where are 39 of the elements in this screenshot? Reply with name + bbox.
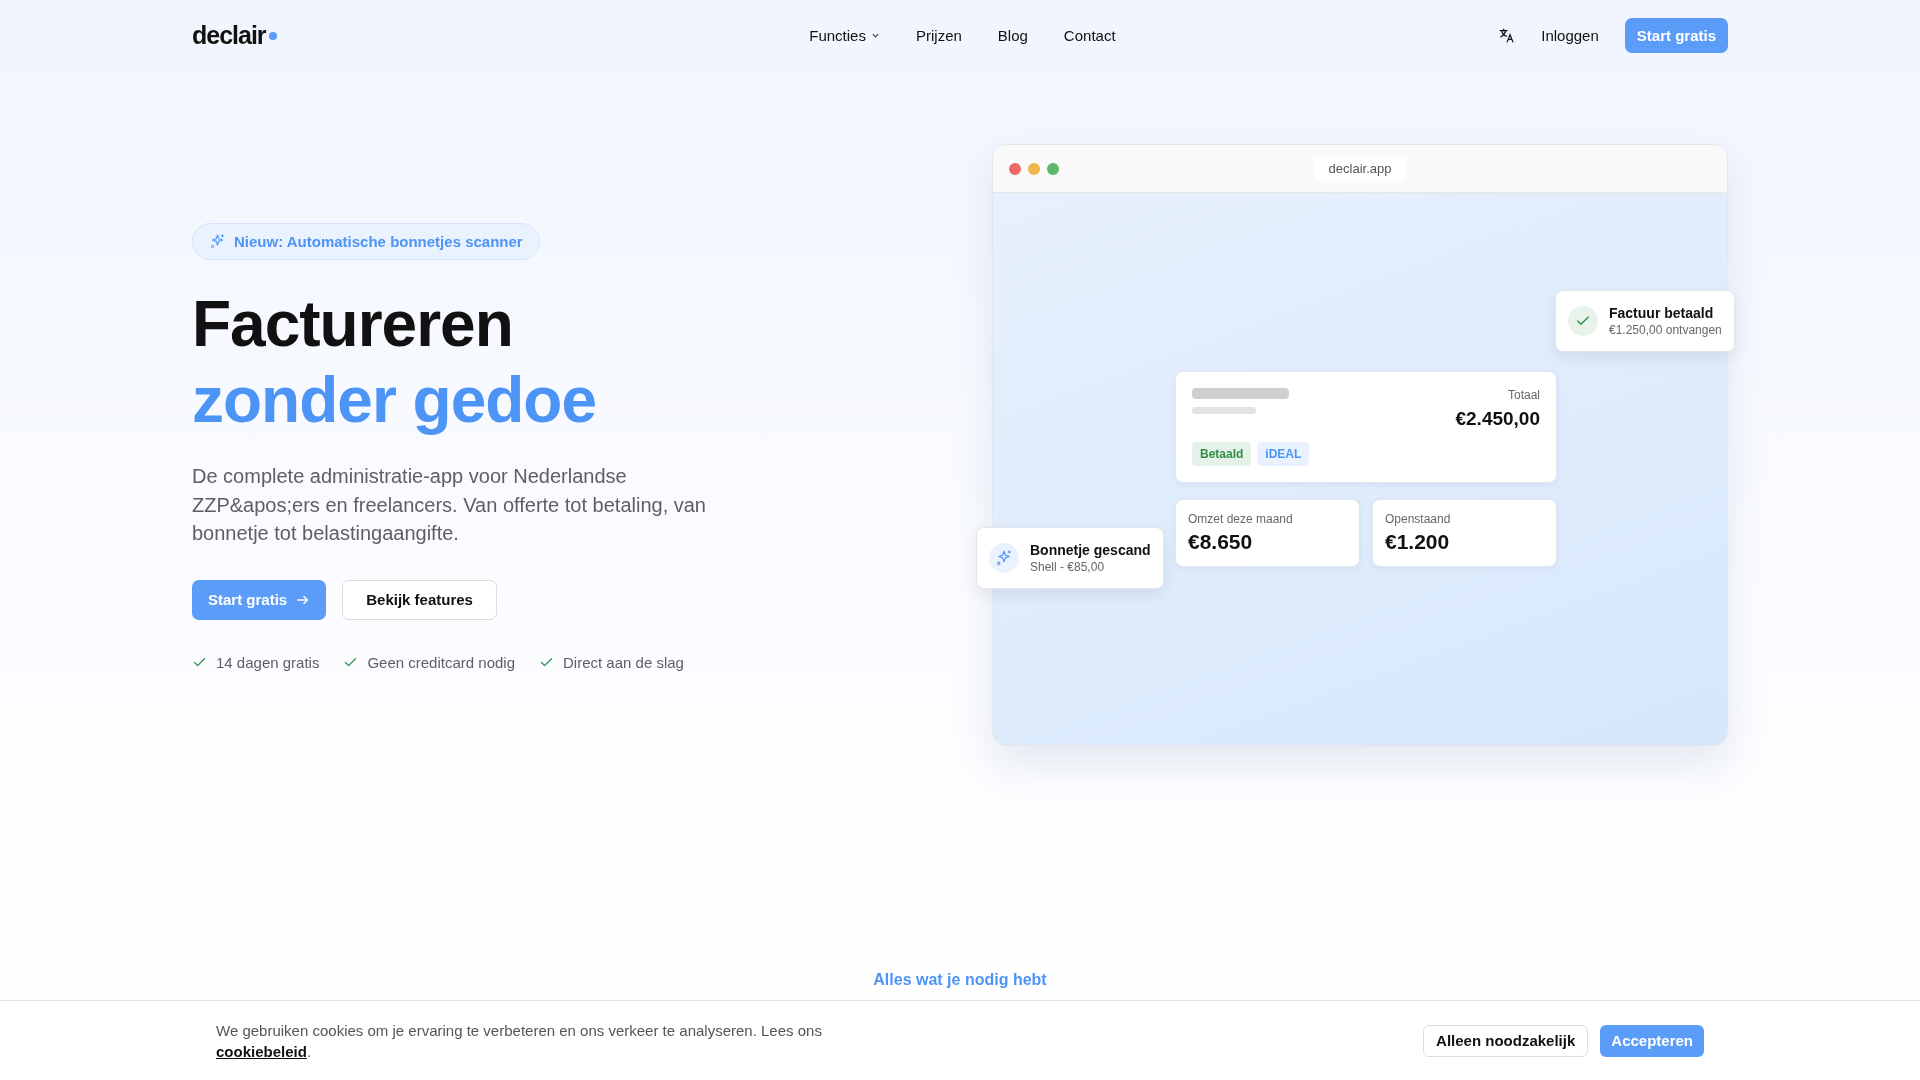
sparkle-icon	[209, 233, 226, 250]
status-tag: Betaald	[1192, 442, 1252, 466]
cookie-button[interactable]: Alleen noodzakelijk	[1423, 1024, 1589, 1057]
stat-label: Openstaand	[1385, 512, 1452, 526]
cookie-policy-link[interactable]: cookiebeleid	[216, 1042, 307, 1060]
feature-check: 14 dagen gratis	[216, 653, 320, 671]
feature-check: Direct aan de slag	[563, 653, 684, 671]
nav-link[interactable]: Blog	[997, 26, 1028, 44]
total-amount: €2.450,00	[1455, 408, 1540, 430]
notification-subtitle: €1.250,00 ontvangen	[1609, 323, 1722, 337]
badge-text: Nieuw: Automatische bonnetjes scanner	[234, 233, 523, 250]
notification-subtitle: Shell - €85,00	[1030, 560, 1106, 574]
logo[interactable]: declair	[192, 20, 277, 50]
notification-title: Bonnetje gescand	[1030, 542, 1151, 558]
stat-label: Omzet deze maand	[1188, 512, 1294, 526]
text-placeholder-bar	[1192, 407, 1256, 414]
stat-value: €1.200	[1385, 530, 1451, 554]
notification-title: Factuur betaald	[1609, 305, 1715, 321]
cookie-message: We gebruiken cookies om je ervaring te verbeteren en ons verkeer te analyseren. Lees ons cookiebeleid.	[216, 1020, 823, 1062]
stat-value: €8.650	[1188, 530, 1254, 554]
nav-link[interactable]: Functies	[809, 26, 880, 44]
hero-title: Factureren	[192, 287, 513, 362]
sparkle-icon	[989, 543, 1019, 573]
total-label: Totaal	[1506, 388, 1540, 402]
hero-description: De complete administratie-app voor Nederlandse ZZP&apos;ers en freelancers. Van offerte tot betaling, van bonnetje tot belastingaangifte.	[192, 464, 707, 546]
nav-link[interactable]: Contact	[1063, 26, 1116, 44]
maximize-light-icon	[1047, 162, 1059, 175]
minimize-light-icon	[1028, 162, 1040, 175]
check-circle-icon	[1568, 306, 1598, 336]
url-bar: declair.app	[1313, 157, 1407, 180]
close-light-icon	[1009, 162, 1021, 175]
translate-icon[interactable]	[1498, 26, 1516, 44]
status-tag: iDEAL	[1257, 442, 1310, 466]
login-link[interactable]: Inloggen	[1541, 26, 1599, 44]
hero-title-accent: zonder gedoe	[192, 363, 597, 438]
nav-link[interactable]: Prijzen	[915, 26, 962, 44]
features-button[interactable]: Bekijk features	[342, 579, 497, 620]
feature-check: Geen creditcard nodig	[367, 653, 515, 671]
section-eyebrow: Alles wat je nodig hebt	[873, 971, 1047, 989]
